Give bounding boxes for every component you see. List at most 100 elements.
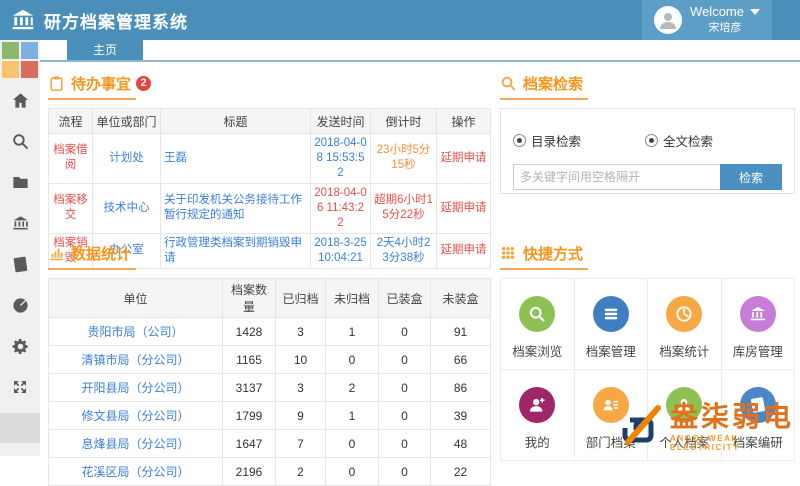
shortcut-archive-browse[interactable]: 档案浏览	[501, 279, 575, 370]
dept-link[interactable]: 计划处	[93, 134, 161, 184]
sidebar	[0, 40, 40, 456]
shortcut-label: 档案管理	[586, 341, 636, 360]
home-icon[interactable]	[10, 90, 30, 110]
browse-search-icon	[519, 296, 555, 332]
search-panel: 目录检索 全文检索 检索	[500, 108, 795, 194]
shortcut-personal-archive[interactable]: 个人档案	[648, 370, 722, 461]
radio-icon[interactable]	[513, 134, 526, 147]
unboxed-count: 91	[431, 318, 491, 346]
unarchived-count: 1	[326, 318, 379, 346]
total-count: 1165	[223, 346, 276, 374]
shortcut-label: 档案统计	[659, 341, 709, 360]
shortcuts-title: 快捷方式	[523, 243, 583, 264]
stats-title: 数据统计	[71, 243, 131, 264]
shortcut-mine[interactable]: 我的	[501, 370, 575, 461]
archived-count: 3	[276, 318, 326, 346]
shortcut-warehouse-manage[interactable]: 库房管理	[722, 279, 796, 370]
shortcut-label: 我的	[525, 432, 550, 451]
bar-chart-icon	[48, 245, 65, 262]
unboxed-count: 86	[431, 374, 491, 402]
user-menu[interactable]: Welcome 宋培彦	[642, 0, 772, 40]
radio-icon[interactable]	[645, 134, 658, 147]
col-archived: 已归档	[276, 279, 326, 318]
boxed-count: 0	[379, 402, 431, 430]
delay-request-link[interactable]: 延期申请	[437, 134, 491, 184]
chevron-down-icon	[750, 9, 760, 15]
keyword-input[interactable]	[513, 164, 720, 190]
unboxed-count: 66	[431, 346, 491, 374]
unarchived-count: 0	[326, 430, 379, 458]
col-unit: 单位	[49, 279, 223, 318]
tab-home[interactable]: 主页	[67, 40, 143, 60]
clipboard-icon	[48, 75, 65, 92]
unit-link[interactable]: 清镇市局（分公司）	[49, 346, 223, 374]
flow-type: 档案借阅	[49, 134, 93, 184]
todo-row: 档案移交 技术中心 关于印发机关公务接待工作暂行规定的通知 2018-04-06…	[49, 183, 491, 233]
todo-count-badge: 2	[136, 76, 151, 91]
radio-label: 全文检索	[663, 131, 713, 150]
sidebar-footer-strip	[0, 413, 40, 443]
radio-fulltext-search[interactable]: 全文检索	[645, 131, 713, 150]
shortcut-archive-manage[interactable]: 档案管理	[575, 279, 649, 370]
person-plus-icon	[519, 387, 555, 423]
shortcut-dept-archive[interactable]: 部门档案	[575, 370, 649, 461]
search-icon[interactable]	[10, 131, 30, 151]
book-icon[interactable]	[10, 254, 30, 274]
unit-link[interactable]: 息烽县局（分公司）	[49, 430, 223, 458]
stats-row: 清镇市局（分公司） 1165 10 0 0 66	[49, 346, 491, 374]
countdown: 超期6小时15分22秒	[371, 183, 437, 233]
shortcut-archive-stats[interactable]: 档案统计	[648, 279, 722, 370]
expand-icon[interactable]	[10, 377, 30, 397]
col-unarchived: 未归档	[326, 279, 379, 318]
bank-white-icon	[740, 296, 776, 332]
archive-search-title: 档案检索	[523, 73, 583, 94]
unit-link[interactable]: 贵阳市局（公司）	[49, 318, 223, 346]
col-flow: 流程	[49, 109, 93, 134]
archived-count: 9	[276, 402, 326, 430]
total-count: 2196	[223, 458, 276, 486]
section-underline	[48, 268, 136, 270]
col-countdown: 倒计时	[371, 109, 437, 134]
pie-chart-icon[interactable]	[10, 295, 30, 315]
unarchived-count: 1	[326, 402, 379, 430]
logo-square-red	[21, 61, 38, 78]
tab-bar: 主页	[40, 40, 800, 62]
subject-link[interactable]: 关于印发机关公务接待工作暂行规定的通知	[161, 183, 311, 233]
folder-icon[interactable]	[10, 172, 30, 192]
archived-count: 7	[276, 430, 326, 458]
logo-square-green	[2, 42, 19, 59]
shortcuts-grid: 档案浏览 档案管理 档案统计	[500, 278, 795, 461]
sidebar-grid-logo	[2, 42, 38, 78]
col-send-time: 发送时间	[311, 109, 371, 134]
boxed-count: 0	[379, 430, 431, 458]
subject-link[interactable]: 王磊	[161, 134, 311, 184]
radio-catalog-search[interactable]: 目录检索	[513, 131, 581, 150]
bank-icon[interactable]	[10, 213, 30, 233]
section-underline	[48, 98, 136, 100]
person-icon	[666, 387, 702, 423]
col-dept: 单位或部门	[93, 109, 161, 134]
total-count: 3137	[223, 374, 276, 402]
shortcut-label: 部门档案	[586, 432, 636, 451]
search-button[interactable]: 检索	[720, 164, 782, 190]
shortcut-archive-compile[interactable]: 档案编研	[722, 370, 796, 461]
total-count: 1799	[223, 402, 276, 430]
countdown: 23小时5分15秒	[371, 134, 437, 184]
unarchived-count: 0	[326, 346, 379, 374]
radio-label: 目录检索	[531, 131, 581, 150]
user-name: 宋培彦	[709, 22, 742, 34]
app-title: 研方档案管理系统	[44, 8, 188, 33]
unit-link[interactable]: 花溪区局（分公司）	[49, 458, 223, 486]
gear-icon[interactable]	[10, 336, 30, 356]
delay-request-link[interactable]: 延期申请	[437, 183, 491, 233]
people-list-icon	[593, 387, 629, 423]
grid-dots-icon	[500, 245, 517, 262]
unit-link[interactable]: 开阳县局（分公司）	[49, 374, 223, 402]
shortcut-label: 库房管理	[733, 341, 783, 360]
boxed-count: 0	[379, 318, 431, 346]
shortcut-label: 个人档案	[659, 432, 709, 451]
main-content: 待办事宜 2 流程 单位或部门 标题 发送时间 倒计时 操作	[40, 62, 800, 456]
unit-link[interactable]: 修文县局（分公司）	[49, 402, 223, 430]
shortcut-label: 档案编研	[733, 432, 783, 451]
dept-link[interactable]: 技术中心	[93, 183, 161, 233]
